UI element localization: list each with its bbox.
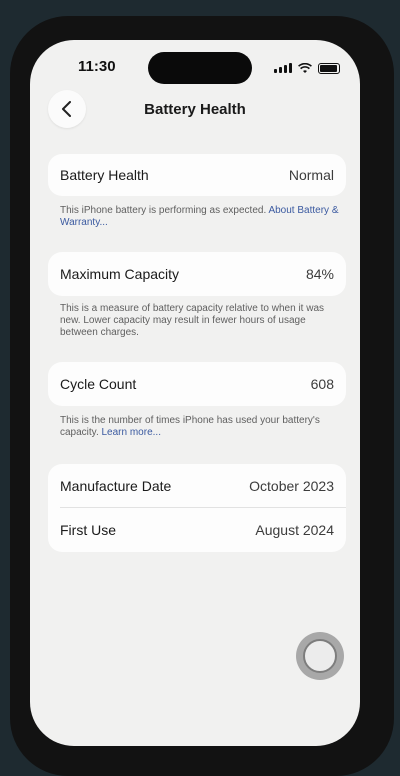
battery-health-label: Battery Health <box>60 167 149 183</box>
wifi-icon <box>298 62 312 73</box>
dates-card: Manufacture Date October 2023 First Use … <box>48 464 346 552</box>
battery-health-note: This iPhone battery is performing as exp… <box>60 205 340 229</box>
manufacture-date-label: Manufacture Date <box>60 477 172 494</box>
maximum-capacity-value: 84% <box>305 266 334 282</box>
screen: 11:30 Battery Health Battery Health Norm… <box>30 40 360 746</box>
cycle-count-value: 608 <box>310 376 334 392</box>
battery-health-note-text: This iPhone battery is performing as exp… <box>60 205 269 216</box>
first-use-label: First Use <box>60 522 116 538</box>
status-time: 11:30 <box>78 58 116 75</box>
assistive-touch-button[interactable] <box>296 632 344 680</box>
first-use-value: August 2024 <box>255 522 334 538</box>
cycle-count-note-text: This is the number of times iPhone has u… <box>60 415 320 438</box>
status-icons <box>274 62 340 74</box>
battery-health-value: Normal <box>288 167 334 183</box>
cycle-count-note: This is the number of times iPhone has u… <box>60 415 340 439</box>
page-title: Battery Health <box>144 101 246 118</box>
learn-more-link[interactable]: Learn more... <box>102 427 161 438</box>
cycle-count-label: Cycle Count <box>60 376 137 392</box>
battery-health-card: Battery Health Normal <box>48 154 346 196</box>
maximum-capacity-card: Maximum Capacity 84% <box>48 252 346 296</box>
battery-icon <box>318 62 340 74</box>
cycle-count-card: Cycle Count 608 <box>48 362 346 406</box>
maximum-capacity-label: Maximum Capacity <box>60 266 180 282</box>
assistive-touch-icon <box>303 639 337 673</box>
maximum-capacity-note: This is a measure of battery capacity re… <box>60 303 325 338</box>
dynamic-island <box>148 52 252 84</box>
signal-icon <box>274 63 292 73</box>
manufacture-date-value: October 2023 <box>249 477 334 494</box>
